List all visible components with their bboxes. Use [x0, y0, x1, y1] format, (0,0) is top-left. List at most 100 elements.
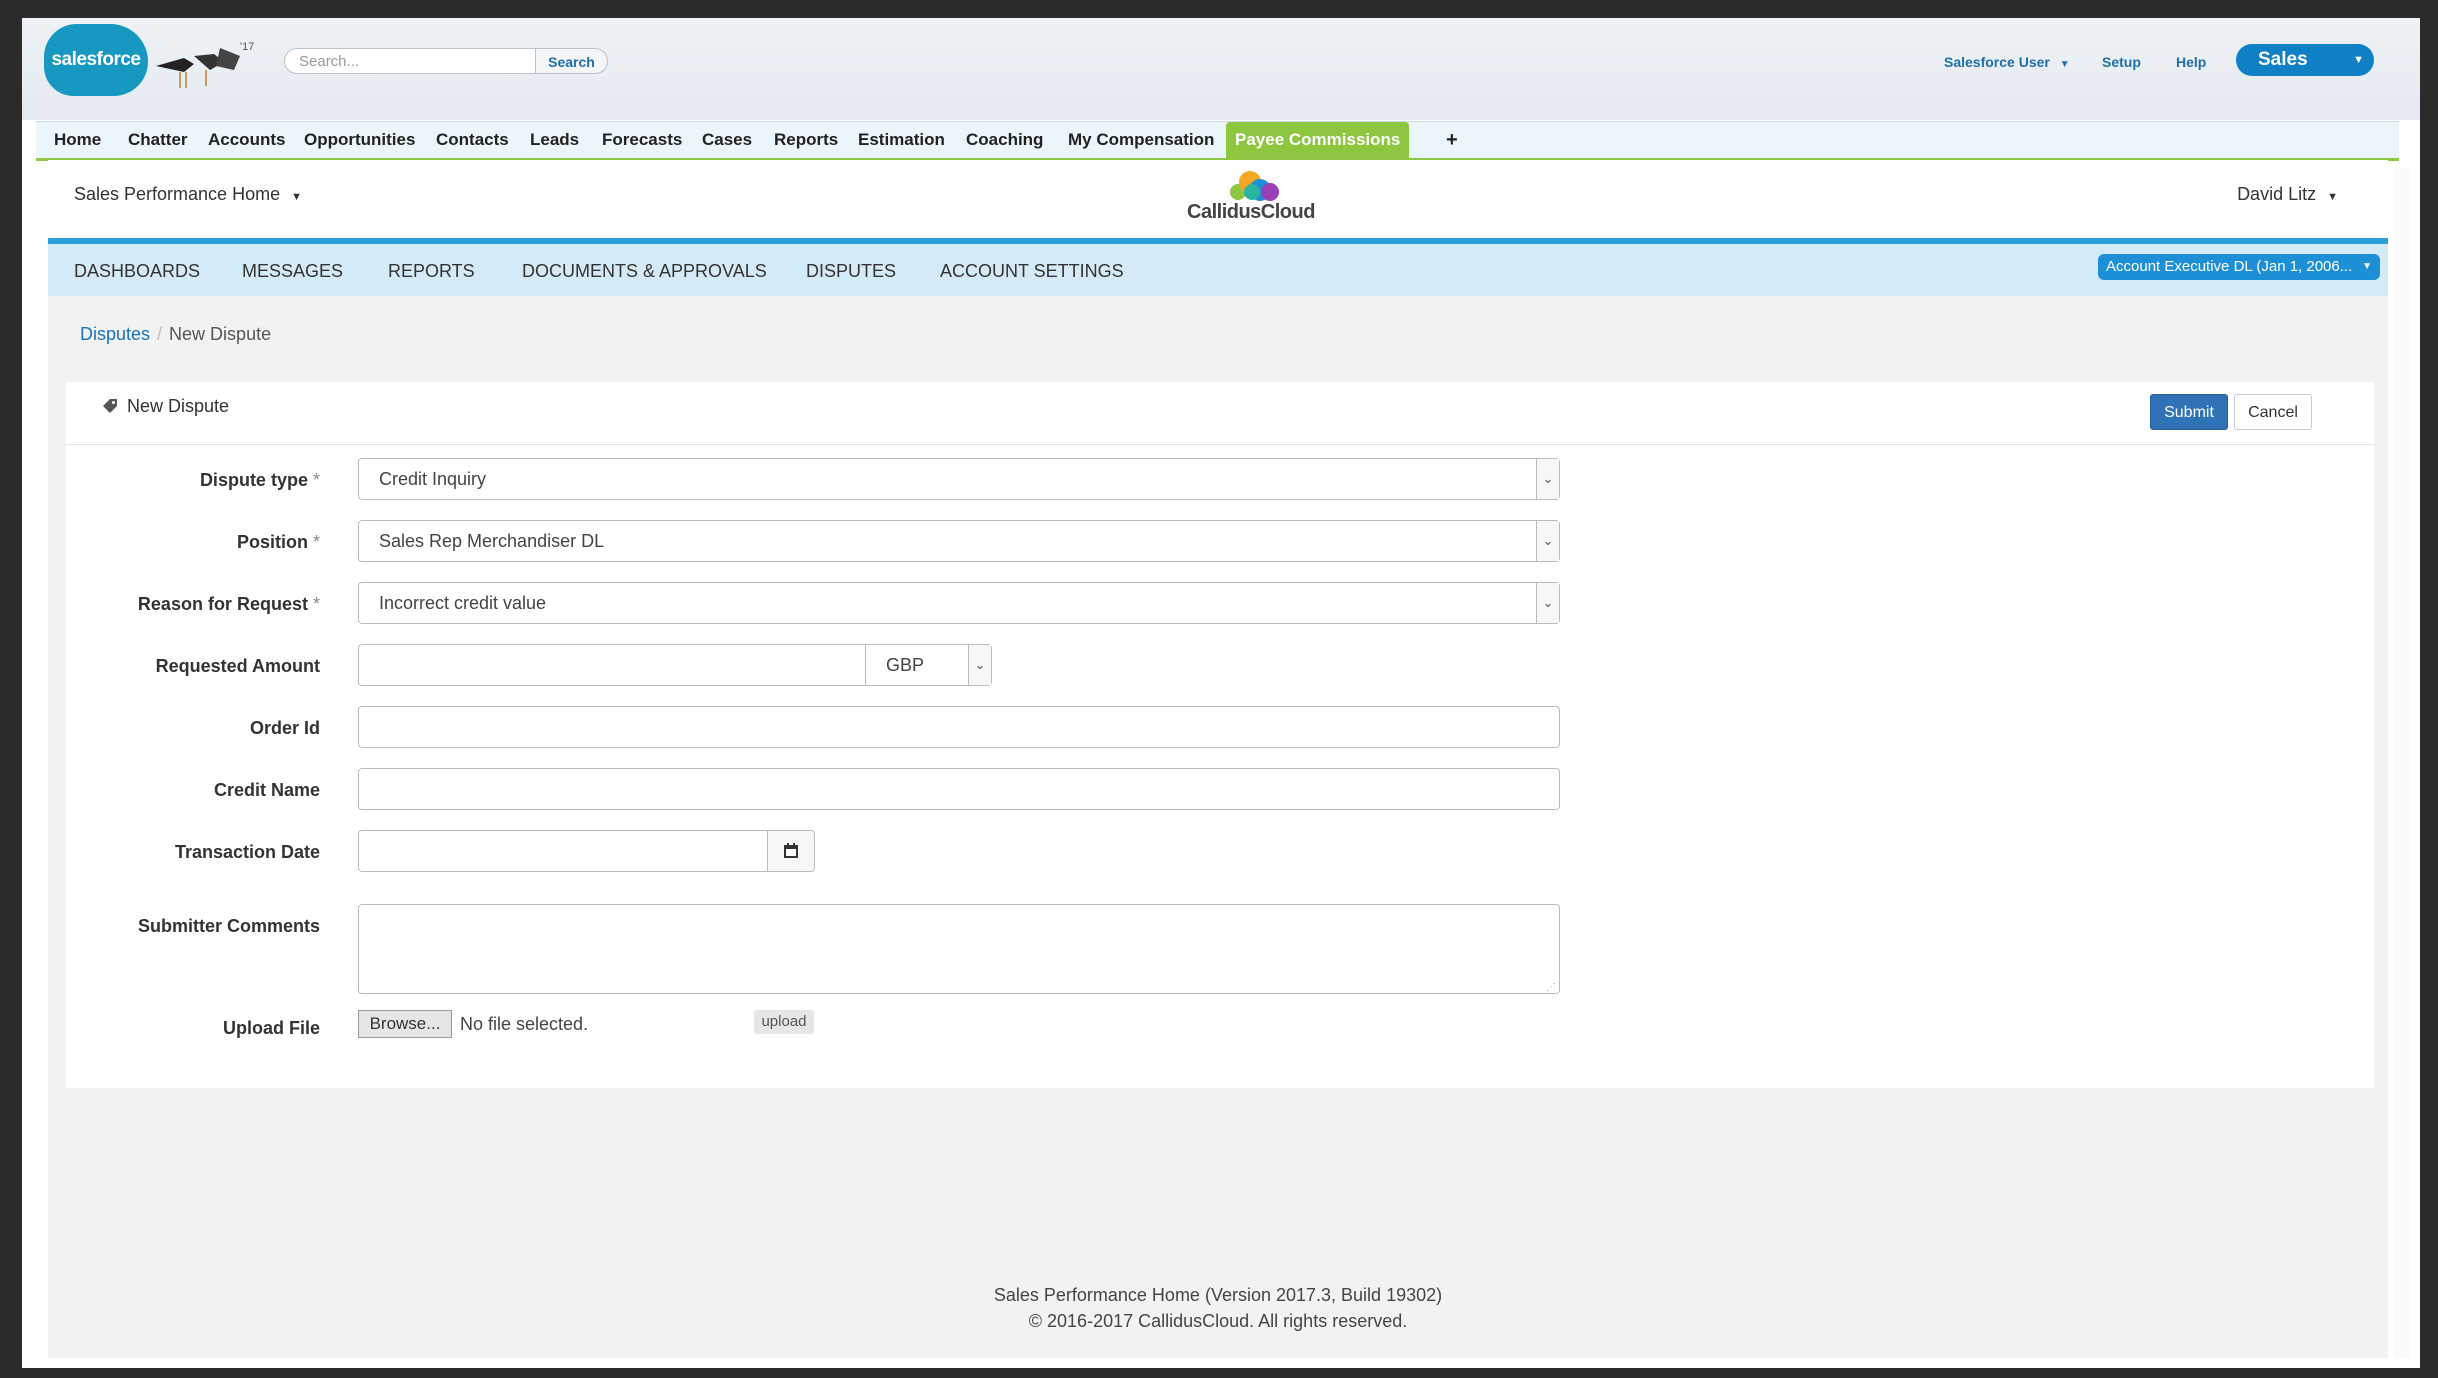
- comments-textarea[interactable]: ⋰: [358, 904, 1560, 994]
- sub-navigation: DASHBOARDS MESSAGES REPORTS DOCUMENTS & …: [48, 244, 2388, 296]
- subnav-messages[interactable]: MESSAGES: [242, 261, 343, 282]
- file-status: No file selected.: [460, 1014, 589, 1034]
- comments-label: Submitter Comments: [137, 916, 320, 936]
- reason-label-text: Reason for Request: [137, 594, 308, 614]
- caret-down-icon: ▼: [2327, 191, 2338, 203]
- requested-amount-input[interactable]: [358, 644, 866, 686]
- calendar-button[interactable]: [767, 830, 815, 872]
- tab-leads[interactable]: Leads: [530, 122, 579, 158]
- subnav-disputes[interactable]: DISPUTES: [806, 261, 896, 282]
- chevron-down-icon: ▼: [2353, 54, 2364, 66]
- credit-name-label: Credit Name: [213, 780, 320, 800]
- user-name: David Litz: [2237, 184, 2317, 204]
- subnav-reports[interactable]: REPORTS: [388, 261, 475, 282]
- search-button[interactable]: Search: [536, 48, 608, 74]
- order-id-input[interactable]: [358, 706, 1560, 748]
- footer: Sales Performance Home (Version 2017.3, …: [48, 1282, 2388, 1334]
- cancel-button[interactable]: Cancel: [2234, 394, 2312, 430]
- position-selector-label: Account Executive DL (Jan 1, 2006...: [2106, 258, 2353, 275]
- app-switcher-label: Sales: [2258, 49, 2308, 70]
- resize-handle-icon: ⋰: [1546, 982, 1556, 993]
- order-id-label: Order Id: [249, 718, 320, 738]
- dispute-type-select[interactable]: Credit Inquiry ⌄: [358, 458, 1560, 500]
- add-tab-icon[interactable]: +: [1446, 122, 1458, 158]
- reason-select[interactable]: Incorrect credit value ⌄: [358, 582, 1560, 624]
- breadcrumb: Disputes / New Dispute: [80, 324, 271, 345]
- tab-coaching[interactable]: Coaching: [966, 122, 1043, 158]
- position-selector[interactable]: Account Executive DL (Jan 1, 2006... ▼: [2098, 254, 2380, 280]
- subnav-account-settings[interactable]: ACCOUNT SETTINGS: [940, 261, 1124, 282]
- tab-cases[interactable]: Cases: [702, 122, 752, 158]
- transaction-date-label: Transaction Date: [174, 842, 320, 862]
- subnav-documents-approvals[interactable]: DOCUMENTS & APPROVALS: [522, 261, 767, 282]
- new-dispute-panel: New Dispute Submit Cancel Dispute type *…: [66, 382, 2374, 1088]
- credit-name-input[interactable]: [358, 768, 1560, 810]
- tab-opportunities[interactable]: Opportunities: [304, 122, 415, 158]
- caret-down-icon: ▼: [291, 191, 302, 203]
- home-menu-label: Sales Performance Home: [74, 184, 281, 204]
- requested-amount-label: Requested Amount: [155, 656, 320, 676]
- app-switcher[interactable]: Sales ▼: [2236, 44, 2374, 76]
- required-marker: *: [312, 532, 320, 552]
- tab-accounts[interactable]: Accounts: [208, 122, 285, 158]
- position-select[interactable]: Sales Rep Merchandiser DL ⌄: [358, 520, 1560, 562]
- calendar-icon: [784, 843, 798, 858]
- submit-button[interactable]: Submit: [2150, 394, 2228, 430]
- help-link[interactable]: Help: [2176, 54, 2206, 70]
- tab-contacts[interactable]: Contacts: [436, 122, 509, 158]
- chevron-down-icon: ▼: [2059, 59, 2070, 70]
- caret-down-icon: ▼: [2362, 261, 2372, 272]
- currency-value: GBP: [886, 655, 925, 675]
- tab-reports[interactable]: Reports: [774, 122, 838, 158]
- chevron-down-icon: ⌄: [968, 645, 991, 685]
- dispute-type-label: Dispute type *: [66, 470, 320, 491]
- position-label: Position *: [66, 532, 320, 553]
- setup-link[interactable]: Setup: [2102, 54, 2141, 70]
- chevron-down-icon: ⌄: [1536, 521, 1559, 561]
- transaction-date-input[interactable]: [358, 830, 768, 872]
- required-marker: *: [312, 594, 320, 614]
- tab-estimation[interactable]: Estimation: [858, 122, 945, 158]
- upload-button[interactable]: upload: [754, 1010, 814, 1034]
- panel-header: New Dispute Submit Cancel: [66, 382, 2374, 445]
- dispute-type-value: Credit Inquiry: [379, 469, 487, 489]
- footer-copyright: © 2016-2017 CallidusCloud. All rights re…: [1028, 1311, 1408, 1331]
- user-menu[interactable]: Salesforce User ▼: [1944, 54, 2070, 70]
- user-name-menu[interactable]: David Litz ▼: [2237, 184, 2338, 205]
- footer-version: Sales Performance Home (Version 2017.3, …: [993, 1285, 1443, 1305]
- tab-bar: Home Chatter Accounts Opportunities Cont…: [36, 121, 2399, 161]
- breadcrumb-current: New Dispute: [169, 324, 272, 344]
- dispute-type-label-text: Dispute type: [199, 470, 308, 490]
- browse-button[interactable]: Browse...: [358, 1010, 452, 1038]
- tag-icon: [103, 399, 117, 413]
- mascot-birds-icon: '17: [156, 41, 254, 88]
- tab-forecasts[interactable]: Forecasts: [602, 122, 682, 158]
- tab-my-compensation[interactable]: My Compensation: [1068, 122, 1214, 158]
- vertical-scrollbar[interactable]: [2394, 168, 2410, 1358]
- home-menu[interactable]: Sales Performance Home ▼: [74, 184, 302, 205]
- app-content: Sales Performance Home ▼ CallidusCloud D…: [48, 160, 2388, 1358]
- browser-window: salesforce '17 Search... Search Salesfor…: [22, 18, 2420, 1368]
- reason-label: Reason for Request *: [66, 594, 320, 615]
- breadcrumb-disputes[interactable]: Disputes: [80, 324, 150, 344]
- app-header: Sales Performance Home ▼ CallidusCloud D…: [48, 160, 2388, 244]
- breadcrumb-separator: /: [157, 324, 163, 344]
- salesforce-logo[interactable]: salesforce: [44, 24, 148, 96]
- reason-value: Incorrect credit value: [379, 593, 547, 613]
- chevron-down-icon: ⌄: [1536, 459, 1559, 499]
- upload-file-label: Upload File: [222, 1018, 320, 1038]
- position-label-text: Position: [236, 532, 308, 552]
- position-value: Sales Rep Merchandiser DL: [379, 531, 605, 551]
- tab-home[interactable]: Home: [54, 122, 101, 158]
- calliduscloud-logo: CallidusCloud: [1176, 168, 1326, 224]
- tab-payee-commissions[interactable]: Payee Commissions: [1226, 122, 1410, 158]
- tab-chatter[interactable]: Chatter: [128, 122, 188, 158]
- calliduscloud-logo-text: CallidusCloud: [1187, 201, 1315, 223]
- chevron-down-icon: ⌄: [1536, 583, 1559, 623]
- required-marker: *: [312, 470, 320, 490]
- salesforce-header: salesforce '17 Search... Search Salesfor…: [22, 18, 2420, 120]
- panel-title-text: New Dispute: [127, 396, 230, 416]
- subnav-dashboards[interactable]: DASHBOARDS: [74, 261, 200, 282]
- search-input[interactable]: Search...: [284, 48, 536, 74]
- currency-select[interactable]: GBP ⌄: [865, 644, 992, 686]
